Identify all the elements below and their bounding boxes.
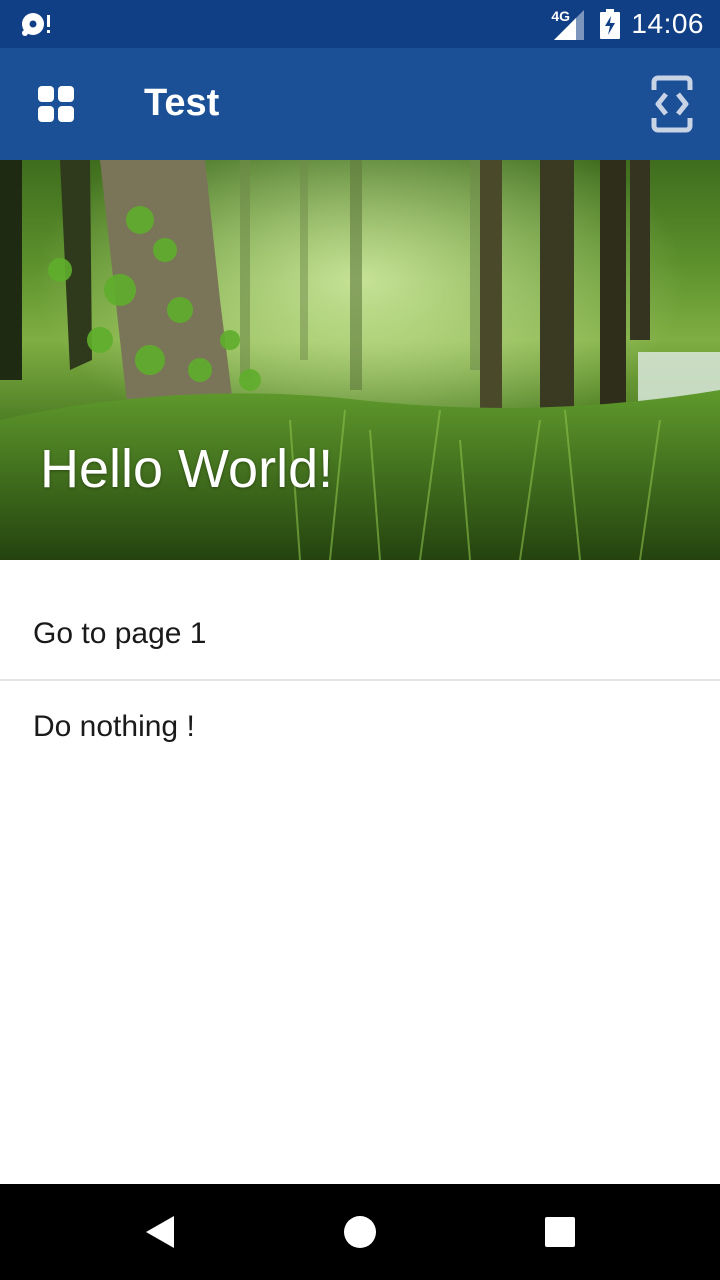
status-clock: 14:06 xyxy=(631,8,704,39)
recents-square-icon[interactable] xyxy=(540,1212,580,1252)
grid-apps-icon[interactable] xyxy=(30,78,82,130)
menu-list: Go to page 1 Do nothing ! xyxy=(0,560,720,751)
disc-alert-icon xyxy=(22,13,50,36)
list-item-go-to-page-1[interactable]: Go to page 1 xyxy=(0,560,720,679)
signal-icon xyxy=(554,10,584,40)
home-circle-icon[interactable] xyxy=(340,1212,380,1252)
list-item-do-nothing[interactable]: Do nothing ! xyxy=(0,681,720,751)
list-item-label: Go to page 1 xyxy=(33,617,207,650)
status-bar: 4G 14:06 xyxy=(0,0,720,48)
hero-banner: Hello World! xyxy=(0,160,720,560)
code-view-icon[interactable] xyxy=(648,72,696,136)
back-triangle-icon[interactable] xyxy=(140,1212,180,1252)
app-bar: Test xyxy=(0,48,720,160)
list-item-label: Do nothing ! xyxy=(33,710,195,743)
app-title: Test xyxy=(144,82,220,124)
battery-charging-icon xyxy=(600,9,620,39)
forest-background-image xyxy=(0,160,720,560)
hero-title: Hello World! xyxy=(40,439,334,499)
system-nav-bar xyxy=(0,1184,720,1280)
